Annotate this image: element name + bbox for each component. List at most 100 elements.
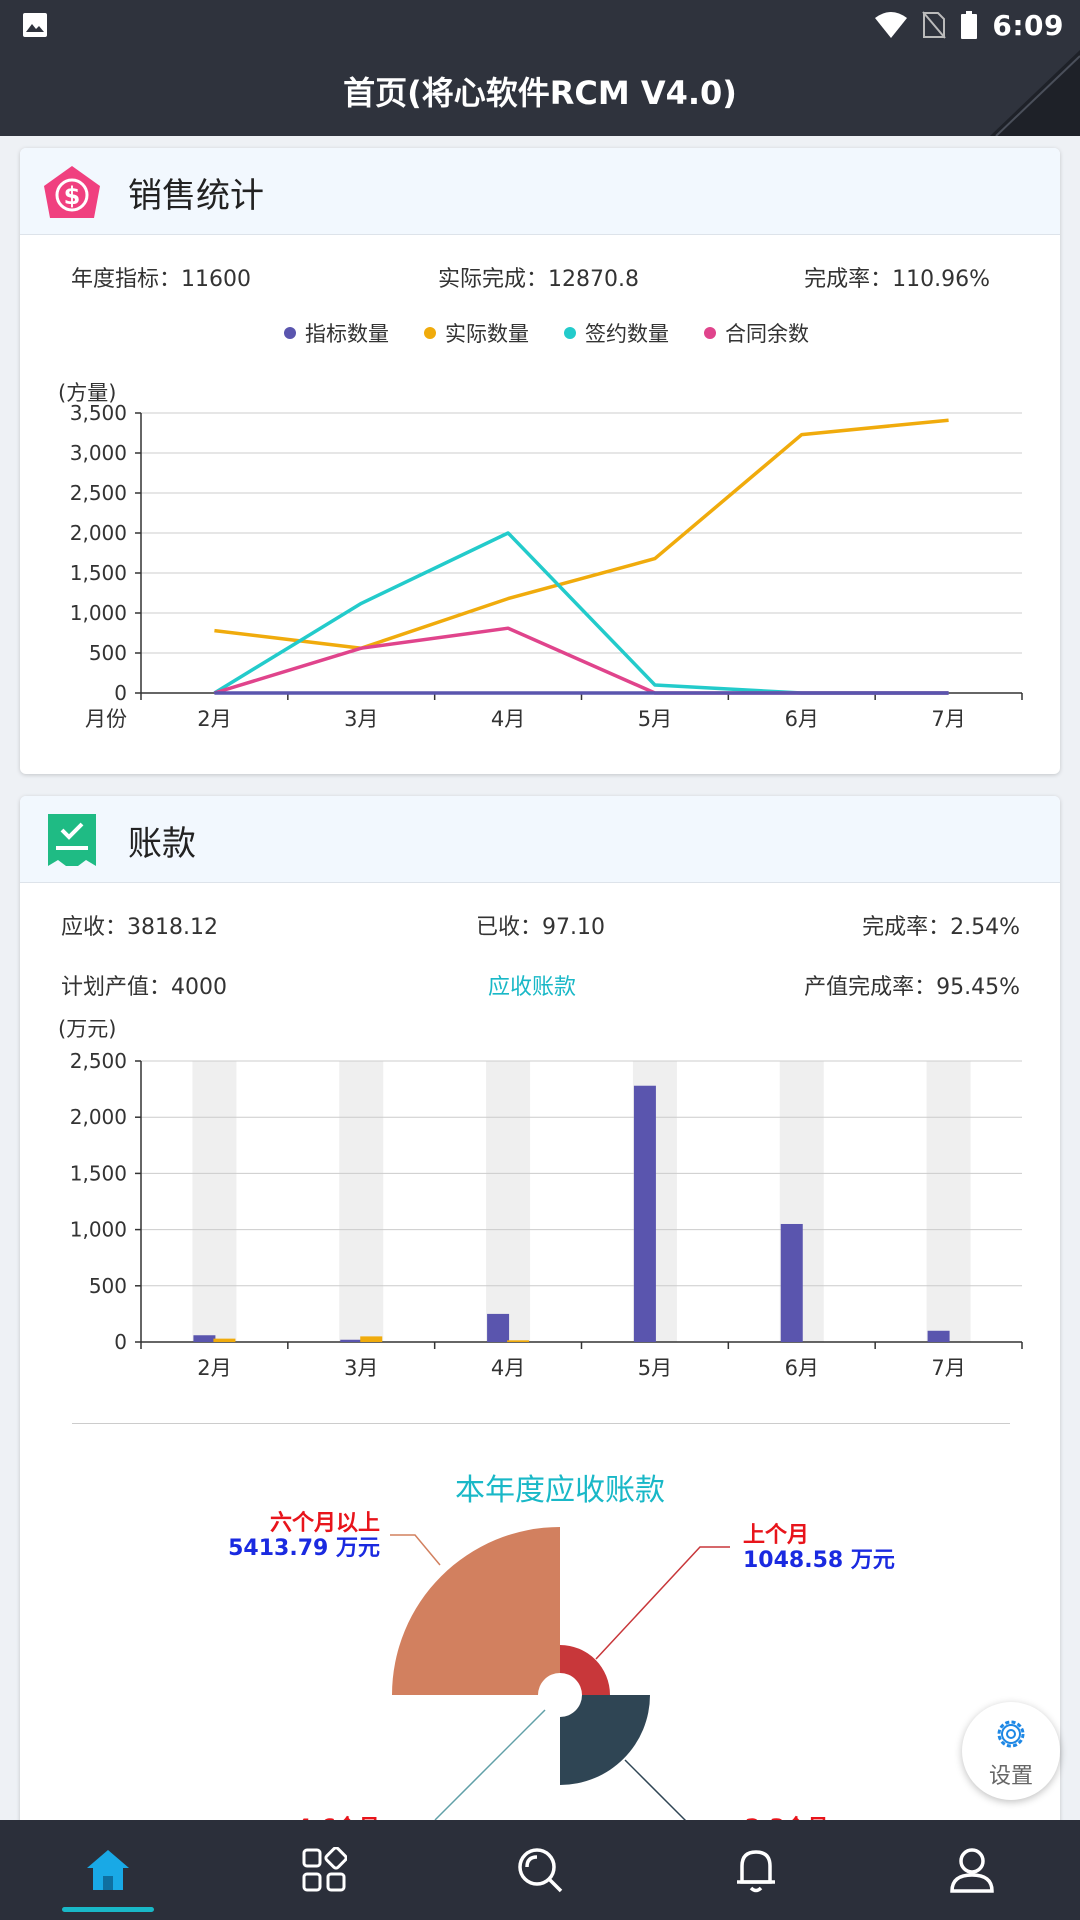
pie-title: 本年度应收账款 [455,1473,665,1508]
actual-done: 实际完成：12870.8 [438,267,639,292]
y-tick-label: 3,500 [70,401,127,425]
receivables-card-title: 账款 [128,824,196,864]
legend-label: 合同余数 [725,322,809,346]
y-tick-label: 1,000 [70,601,127,625]
bar-background [486,1061,531,1342]
x-tick-label: 3月 [344,707,378,731]
wifi-icon [875,12,908,38]
legend-marker [564,327,576,339]
x-tick-label: 6月 [785,1356,819,1380]
receivables-bar-chart: (万元) 0 500 1,000 1,500 2,000 2,500 2月 3月 4月 5月 6月 7月 [58,1017,1023,1380]
y-tick-label: 2,000 [70,1105,127,1129]
x-tick-label: 4月 [491,1356,525,1380]
y-tick-label: 0 [114,1330,127,1354]
bar-background [926,1061,971,1342]
home-icon [87,1850,129,1890]
settings-label: 设置 [988,1764,1033,1789]
x-tick-label: 7月 [931,707,965,731]
bar [780,1223,803,1342]
nav-search[interactable] [432,1820,648,1920]
svg-text:$: $ [64,182,81,210]
y-tick-label: 2,000 [70,521,127,545]
user-icon [950,1848,994,1893]
no-sim-icon [922,11,947,39]
pie-slice-value: 1048.58 万元 [743,1548,895,1573]
leader-line [595,1546,730,1660]
pie-center-hole [539,1674,581,1716]
series-line [213,626,949,695]
y-tick-label: 500 [89,1274,127,1298]
bar [360,1336,383,1342]
app-header: 首页(将心软件RCM V4.0) [0,50,1080,136]
nav-home[interactable] [0,1820,216,1920]
x-tick-label: 5月 [638,707,672,731]
bar [487,1313,510,1342]
y-tick-label: 0 [114,681,127,705]
page-title: 首页(将心软件RCM V4.0) [343,74,737,112]
sales-stats-card: $ 销售统计 年度指标：11600 实际完成：12870.8 完成率：110.9… [20,148,1060,774]
bar [633,1085,656,1342]
bar [927,1330,950,1342]
y-tick-label: 1,500 [70,1161,127,1185]
y-tick-label: 3,000 [70,441,127,465]
x-tick-label: 6月 [785,707,819,731]
x-tick-label: 7月 [931,1356,965,1380]
nav-apps[interactable] [216,1820,432,1920]
x-tick-label: 3月 [344,1356,378,1380]
series-line [214,418,949,650]
output-completion-rate: 产值完成率：95.45% [804,975,1020,1000]
y-tick-label: 500 [89,641,127,665]
x-tick-label: 4月 [491,707,525,731]
bar [507,1340,530,1342]
receivables-completion-rate: 完成率：2.54% [862,915,1020,940]
receivables-tab-link[interactable]: 应收账款 [488,969,576,1001]
legend-marker [424,327,436,339]
nav-notifications[interactable] [648,1820,864,1920]
sales-completion-rate: 完成率：110.96% [804,267,990,292]
nav-active-indicator [62,1907,154,1912]
bar [213,1338,236,1342]
legend-label: 指标数量 [305,322,389,346]
pie-slice [392,1527,560,1695]
leader-line [624,1759,691,1826]
receivables-pie-chart: 本年度应收账款六个月以上5413.79 万元上个月1048.58 万元2-3个月… [228,1473,895,1836]
x-tick-label: 2月 [197,1356,231,1380]
sales-line-chart: 指标数量 实际数量 签约数量 合同余数(方量)05001,0001,5002,0002… [58,322,1023,731]
apps-icon [302,1847,347,1892]
bar-background [192,1061,237,1342]
received-amount: 已收：97.10 [476,915,605,940]
image-notification-icon [23,13,47,37]
battery-icon [961,11,978,39]
settings-button[interactable]: 设置 [962,1702,1060,1800]
search-icon [518,1848,563,1893]
pie-slice-label: 上个月 [743,1523,809,1548]
legend-marker [704,327,716,339]
bar [340,1339,363,1342]
y-tick-label: 2,500 [70,481,127,505]
bottom-navigation [0,1820,1080,1920]
legend-label: 签约数量 [585,322,669,346]
receipt-check-icon [48,814,96,866]
receivable-amount: 应收：3818.12 [61,915,218,940]
annual-target: 年度指标：11600 [71,267,251,292]
section-divider [72,1423,1010,1424]
x-tick-label: 2月 [197,707,231,731]
status-bar: 6:09 [0,0,1080,50]
y-tick-label: 1,000 [70,1218,127,1242]
header-decoration [990,50,1080,136]
sales-card-header: $ 销售统计 [20,148,1060,235]
leader-line [434,1709,546,1821]
x-tick-label: 5月 [638,1356,672,1380]
status-time: 6:09 [992,8,1064,42]
receivables-card: 账款 应收：3818.12 已收：97.10 完成率：2.54% 计划产值：40… [20,796,1060,1836]
bar-background [339,1061,384,1342]
leader-line [390,1534,441,1566]
legend-label: 实际数量 [445,322,529,346]
nav-profile[interactable] [864,1820,1080,1920]
bar [193,1335,216,1342]
gear-icon [997,1720,1025,1748]
planned-output: 计划产值：4000 [61,975,227,1000]
legend-marker [284,327,296,339]
pie-slice-label: 六个月以上 [270,1511,380,1536]
x-axis-title: 月份 [85,707,127,731]
